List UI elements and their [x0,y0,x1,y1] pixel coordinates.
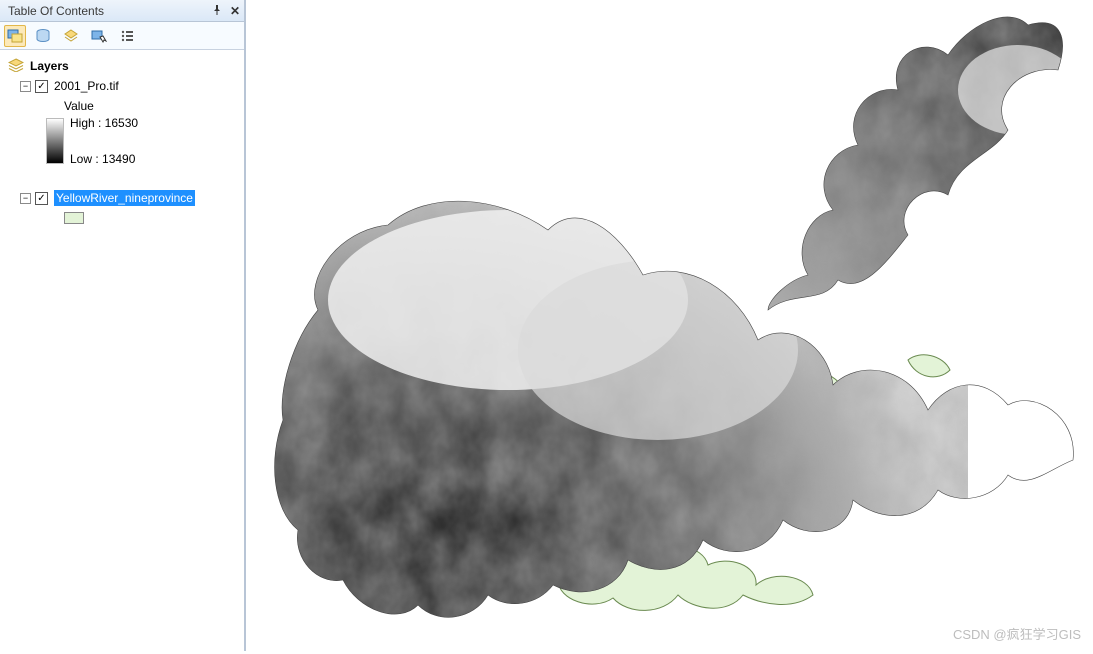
layer-name: YellowRiver_nineprovince [54,190,195,206]
toc-title: Table Of Contents [8,4,212,18]
layer-checkbox[interactable]: ✓ [35,80,48,93]
layers-group-icon [8,58,24,75]
toc-titlebar: Table Of Contents ✕ [0,0,244,22]
expand-toggle-icon[interactable]: − [20,81,31,92]
pin-icon[interactable] [212,4,222,18]
toc-tree: Layers − ✓ 2001_Pro.tif Value High : 165… [0,50,244,651]
layers-root-label: Layers [30,59,69,73]
table-of-contents-panel: Table Of Contents ✕ Layers [0,0,246,651]
close-icon[interactable]: ✕ [230,4,240,18]
options-icon[interactable] [116,25,138,47]
raster-gradient-swatch [46,118,64,164]
list-by-selection-icon[interactable] [88,25,110,47]
vector-fill-swatch [64,212,84,224]
layers-root[interactable]: Layers [4,56,240,76]
list-by-source-icon[interactable] [32,25,54,47]
list-by-drawing-order-icon[interactable] [4,25,26,47]
layer-item-raster[interactable]: − ✓ 2001_Pro.tif [4,76,240,96]
map-svg [248,0,1093,651]
layer-item-vector[interactable]: − ✓ YellowRiver_nineprovince [4,188,240,208]
toc-toolbar [0,22,244,50]
layer-checkbox[interactable]: ✓ [35,192,48,205]
raster-high-label: High : 16530 [70,116,138,130]
raster-layer-northeast [748,0,1088,340]
raster-low-label: Low : 13490 [70,152,138,166]
map-view[interactable] [248,0,1093,651]
raster-value-label: Value [64,99,94,113]
expand-toggle-icon[interactable]: − [20,193,31,204]
raster-symbology: High : 16530 Low : 13490 [4,116,240,166]
list-by-visibility-icon[interactable] [60,25,82,47]
layer-name: 2001_Pro.tif [54,79,119,93]
